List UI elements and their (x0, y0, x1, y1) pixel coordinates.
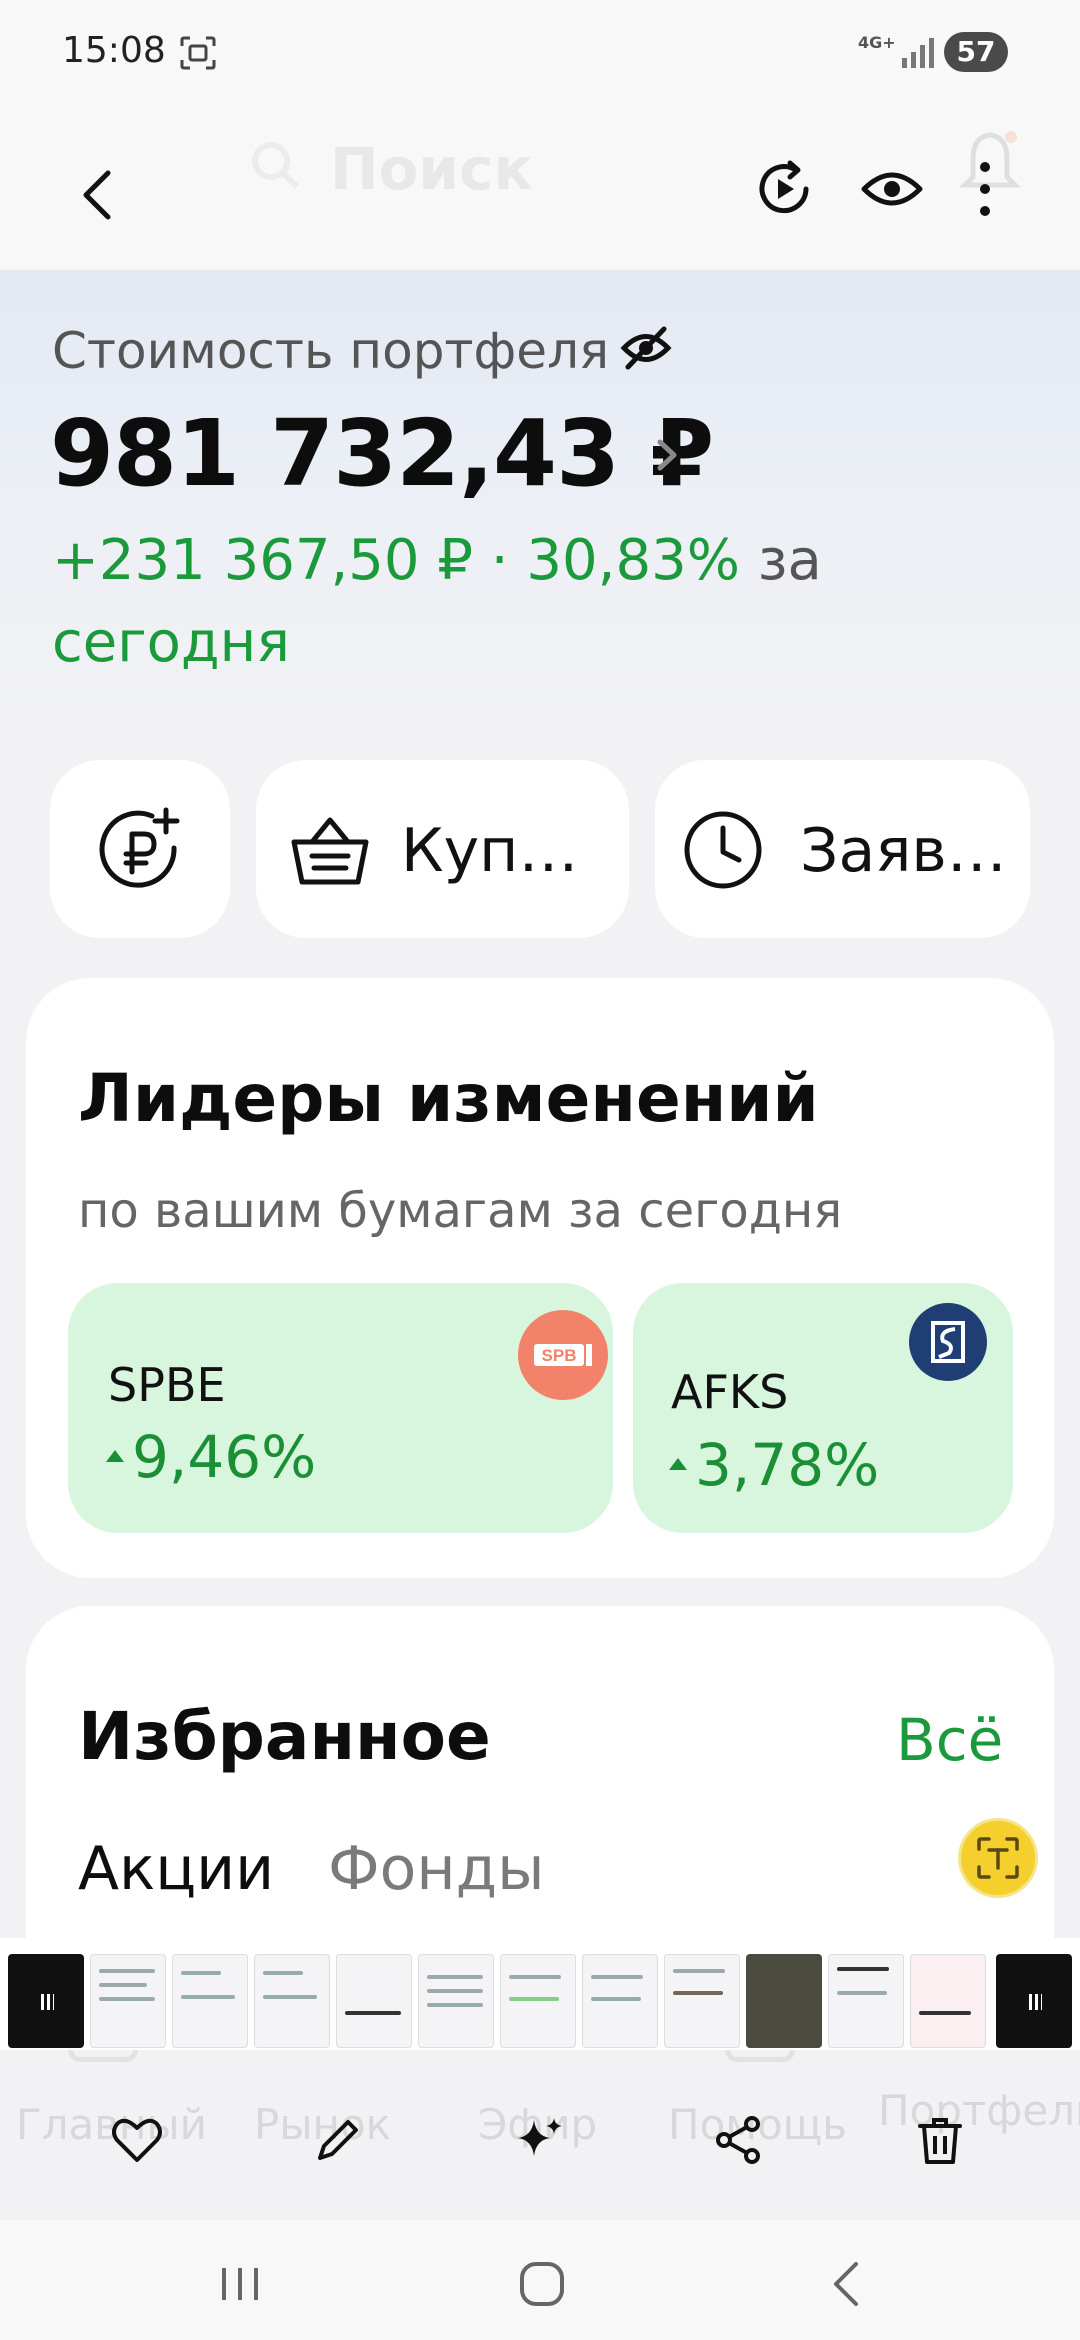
chevron-right-icon[interactable] (652, 430, 682, 480)
tab-funds[interactable]: Фонды (328, 1834, 544, 1904)
leader-change-value: 3,78% (695, 1431, 880, 1499)
change-amount: +231 367,50 ₽ · 30,83% (52, 528, 740, 593)
heart-icon[interactable] (107, 2110, 167, 2170)
thumbnail[interactable] (828, 1954, 904, 2048)
system-back-icon[interactable] (816, 2258, 876, 2310)
pencil-icon[interactable] (308, 2110, 368, 2170)
leaders-subtitle: по вашим бумагам за сегодня (78, 1183, 843, 1239)
battery-indicator: 57 (944, 32, 1008, 72)
tab-stocks[interactable]: Акции (78, 1834, 274, 1904)
ghost-search-placeholder: Поиск (330, 135, 533, 203)
thumbnail[interactable] (500, 1954, 576, 2048)
thumbnail[interactable] (910, 1954, 986, 2048)
leaders-card: Лидеры изменений по вашим бумагам за сег… (26, 978, 1054, 1578)
thumbnail[interactable] (336, 1954, 412, 2048)
leaders-title: Лидеры изменений (78, 1060, 819, 1137)
favorites-title: Избранное (78, 1698, 491, 1775)
leader-tile-spbe[interactable]: SPB SPBE 9,46% (68, 1283, 613, 1533)
thumbnail[interactable] (582, 1954, 658, 2048)
leader-change: 3,78% (669, 1431, 879, 1499)
recent-apps-icon[interactable] (210, 2258, 270, 2310)
clock-icon (684, 811, 762, 889)
thumbnail[interactable] (8, 1954, 84, 2048)
top-app-bar: Поиск (0, 105, 1080, 270)
buy-button[interactable]: Куп… (256, 760, 629, 938)
up-triangle-icon (669, 1457, 687, 1470)
thumbnail[interactable] (254, 1954, 330, 2048)
eye-off-icon[interactable] (620, 325, 672, 371)
favorites-all-link[interactable]: Всё (896, 1706, 1003, 1774)
portfolio-daily-change: +231 367,50 ₽ · 30,83% за сегодня (52, 520, 882, 684)
afks-logo (909, 1303, 987, 1381)
orders-button[interactable]: Заяв… (655, 760, 1030, 938)
change-suffix: за (757, 528, 822, 593)
status-bar: 15:08 4G+ 57 (0, 0, 1080, 105)
spbe-logo: SPB (518, 1310, 608, 1400)
trash-icon[interactable] (910, 2110, 970, 2170)
system-navigation-bar (0, 2220, 1080, 2340)
text-scan-icon (977, 1837, 1019, 1879)
refresh-play-icon[interactable] (750, 155, 818, 223)
thumbnail[interactable] (996, 1954, 1072, 2048)
basket-icon (291, 817, 369, 885)
thumbnail[interactable] (418, 1954, 494, 2048)
status-time: 15:08 (62, 30, 166, 71)
portfolio-summary: Стоимость портфеля 981 732,43 ₽ +231 367… (0, 270, 1080, 730)
leader-change-value: 9,46% (132, 1423, 317, 1491)
portfolio-value[interactable]: 981 732,43 ₽ (50, 400, 714, 507)
thumbnail[interactable] (746, 1954, 822, 2048)
sparkles-icon[interactable] (510, 2110, 570, 2170)
image-actions-toolbar (0, 2060, 1080, 2220)
network-indicator: 4G+ (858, 33, 896, 52)
leader-change: 9,46% (106, 1423, 316, 1491)
leader-ticker: SPBE (108, 1358, 226, 1412)
up-triangle-icon (106, 1449, 124, 1462)
spbe-logo-text: SPB (542, 1346, 577, 1365)
screenshot-icon (180, 36, 216, 70)
text-extract-button[interactable] (958, 1818, 1038, 1898)
leader-tile-afks[interactable]: AFKS 3,78% (633, 1283, 1013, 1533)
eye-icon[interactable] (858, 155, 926, 223)
ghost-search-icon (252, 142, 300, 190)
portfolio-label: Стоимость портфеля (52, 322, 610, 380)
thumbnail[interactable] (90, 1954, 166, 2048)
topup-button[interactable] (50, 760, 230, 938)
more-vertical-icon[interactable] (960, 155, 1010, 223)
gallery-thumbnail-strip[interactable] (0, 1938, 1080, 2050)
ruble-plus-icon (99, 807, 180, 888)
leader-ticker: AFKS (671, 1365, 789, 1419)
orders-button-label: Заяв… (800, 816, 1007, 886)
thumbnail[interactable] (172, 1954, 248, 2048)
change-period: сегодня (52, 610, 290, 675)
thumbnail[interactable] (664, 1954, 740, 2048)
home-icon[interactable] (512, 2258, 572, 2310)
buy-button-label: Куп… (401, 816, 579, 886)
signal-icon (902, 38, 934, 68)
back-arrow-icon[interactable] (70, 155, 126, 235)
share-icon[interactable] (708, 2110, 768, 2170)
